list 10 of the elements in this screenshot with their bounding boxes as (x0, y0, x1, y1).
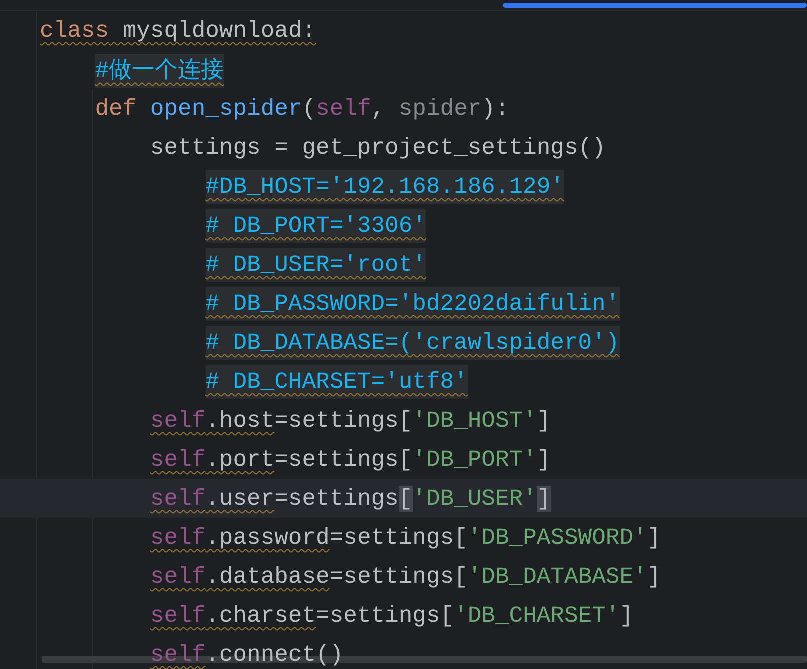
code-line: class mysqldownload: (40, 18, 316, 44)
code-line: self.host=settings['DB_HOST'] (150, 408, 551, 434)
code-line: self.connect() (150, 642, 344, 668)
code-line: self.database=settings['DB_DATABASE'] (150, 564, 662, 590)
code-line: self.port=settings['DB_PORT'] (150, 446, 551, 472)
code-line: self.user=settings['DB_USER'] (150, 486, 551, 512)
code-line: settings = get_project_settings() (150, 134, 606, 160)
code-line: def open_spider(self, spider): (95, 96, 510, 122)
code-line: self.password=settings['DB_PASSWORD'] (150, 524, 662, 550)
code-line: self.charset=settings['DB_CHARSET'] (150, 602, 634, 628)
